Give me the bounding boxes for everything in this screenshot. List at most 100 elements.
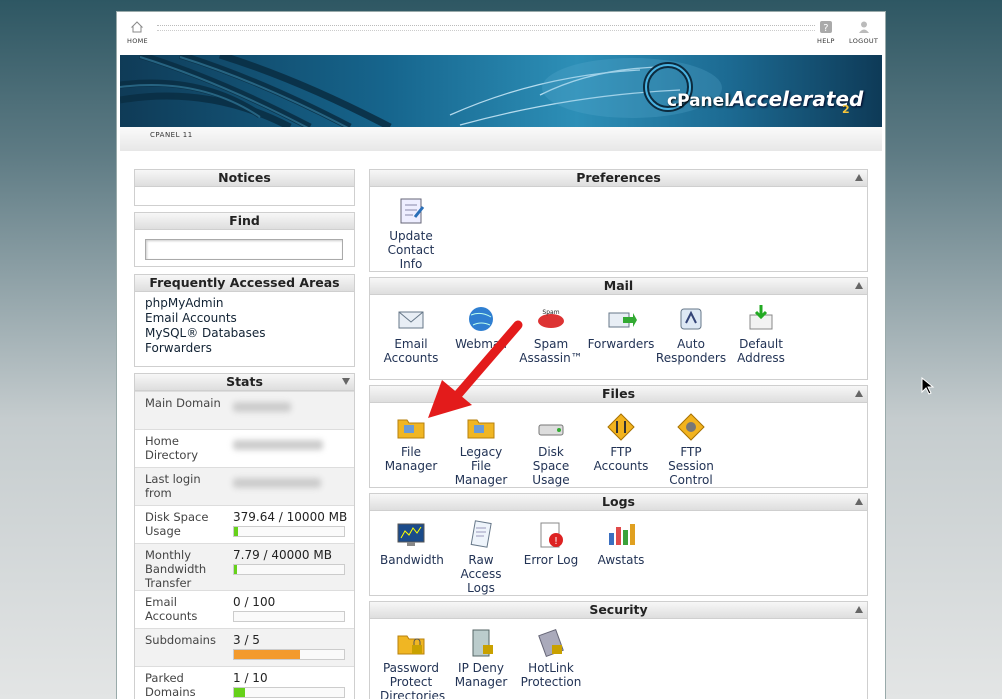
user-icon xyxy=(858,21,869,33)
stats-label: Parked Domains xyxy=(145,671,196,699)
collapse-icon[interactable] xyxy=(855,390,863,397)
link-email-accounts[interactable]: Email Accounts xyxy=(145,311,344,326)
ip-deny-manager-button[interactable]: IP Deny Manager xyxy=(446,627,516,699)
link-mysql-databases[interactable]: MySQL® Databases xyxy=(145,326,344,341)
stats-row: Subdomains 3 / 5 xyxy=(135,628,354,666)
find-panel: Find xyxy=(134,212,355,267)
awstats-button[interactable]: Awstats xyxy=(586,519,656,595)
icon-label: Error Log xyxy=(523,553,579,567)
cpanel-window: HOME ? HELP LOGOUT cPanel Accelerated 2 … xyxy=(116,11,886,699)
collapse-icon[interactable] xyxy=(855,174,863,181)
awstats-icon xyxy=(609,524,635,545)
legacy-file-manager-button[interactable]: Legacy File Manager xyxy=(446,411,516,487)
stats-label: Last login from xyxy=(145,472,201,500)
stats-value xyxy=(223,392,354,429)
contact-icon xyxy=(400,198,425,224)
files-header: Files xyxy=(370,386,867,403)
mail-icons: Email Accounts Webmail Spam Spam Assassin™ F… xyxy=(370,295,867,365)
mail-header: Mail xyxy=(370,278,867,295)
update-contact-info-button[interactable]: Update Contact Info xyxy=(376,195,446,271)
bandwidth-icon xyxy=(397,523,425,546)
frequent-areas-panel: Frequently Accessed Areas phpMyAdmin Ema… xyxy=(134,274,355,367)
usage-text: 379.64 / 10000 MB xyxy=(233,510,348,524)
logs-title: Logs xyxy=(602,494,635,509)
disk-space-usage-button[interactable]: Disk Space Usage xyxy=(516,411,586,487)
usage-bar-fill xyxy=(234,527,239,536)
password-protect-button[interactable]: Password Protect Directories xyxy=(376,627,446,699)
collapse-icon[interactable] xyxy=(855,282,863,289)
usage-bar xyxy=(233,649,345,660)
files-title: Files xyxy=(601,386,636,401)
logout-nav[interactable]: LOGOUT xyxy=(849,20,878,45)
usage-bar-fill xyxy=(234,688,245,697)
bandwidth-button[interactable]: Bandwidth xyxy=(376,519,446,595)
raw-access-logs-button[interactable]: Raw Access Logs xyxy=(446,519,516,595)
icon-label: Update Contact Info xyxy=(387,229,435,271)
usage-bar xyxy=(233,564,345,575)
logs-header: Logs xyxy=(370,494,867,511)
icon-label: IP Deny Manager xyxy=(454,661,508,689)
email-accounts-button[interactable]: Email Accounts xyxy=(376,303,446,365)
usage-text: 3 / 5 xyxy=(233,633,260,647)
ftp-icon xyxy=(607,413,635,441)
icon-label: FTP Accounts xyxy=(593,445,649,473)
icon-label: Password Protect Directories xyxy=(380,661,446,699)
collapse-icon[interactable] xyxy=(855,606,863,613)
collapse-icon[interactable] xyxy=(855,498,863,505)
icon-label: Forwarders xyxy=(587,337,655,351)
stats-value: 3 / 5 xyxy=(223,629,354,666)
auto-responders-button[interactable]: Auto Responders xyxy=(656,303,726,365)
ftp-accounts-button[interactable]: FTP Accounts xyxy=(586,411,656,487)
error-log-button[interactable]: ! Error Log xyxy=(516,519,586,595)
divider xyxy=(157,30,815,31)
collapse-icon[interactable] xyxy=(342,378,350,385)
link-forwarders[interactable]: Forwarders xyxy=(145,341,344,356)
icon-label: Awstats xyxy=(597,553,645,567)
hotlink-protection-button[interactable]: HotLink Protection xyxy=(516,627,586,699)
find-input[interactable] xyxy=(145,239,343,260)
files-panel: Files File Manager Legacy File Manager Dis… xyxy=(369,385,868,488)
logs-panel: Logs Bandwidth Raw Access Logs! Error Log A… xyxy=(369,493,868,596)
icon-label: Raw Access Logs xyxy=(460,553,502,595)
svg-text:!: ! xyxy=(554,536,558,547)
stats-value xyxy=(223,430,354,467)
stats-row: Disk Space Usage 379.64 / 10000 MB xyxy=(135,505,354,543)
help-nav[interactable]: ? HELP xyxy=(817,20,835,45)
preferences-panel: Preferences Update Contact Info xyxy=(369,169,868,272)
icon-label: FTP Session Control xyxy=(668,445,714,487)
accelerated-version: 2 xyxy=(842,103,850,116)
logout-label: LOGOUT xyxy=(849,37,879,45)
ftp-session-control-button[interactable]: FTP Session Control xyxy=(656,411,726,487)
version-bar: CPANEL 11 xyxy=(120,127,882,151)
home-nav[interactable]: HOME xyxy=(127,20,148,45)
mouse-cursor-icon xyxy=(921,377,935,395)
forwarders-button[interactable]: Forwarders xyxy=(586,303,656,365)
webmail-icon xyxy=(469,307,493,331)
files-icons: File Manager Legacy File Manager Disk Spac… xyxy=(370,403,867,487)
stats-header: Stats xyxy=(135,374,354,391)
icon-label: Auto Responders xyxy=(655,337,727,365)
stats-value xyxy=(223,468,354,505)
icon-label: File Manager xyxy=(384,445,438,473)
notices-panel: Notices xyxy=(134,169,355,206)
usage-bar xyxy=(233,611,345,622)
banner: cPanel Accelerated 2 xyxy=(120,55,882,127)
stats-label: Email Accounts xyxy=(145,595,198,623)
hotlink-icon xyxy=(538,628,564,658)
usage-text: 0 / 100 xyxy=(233,595,276,609)
stats-row: Home Directory xyxy=(135,429,354,467)
home-icon xyxy=(131,21,144,33)
security-title: Security xyxy=(589,602,648,617)
link-phpmyadmin[interactable]: phpMyAdmin xyxy=(145,296,344,311)
default-address-button[interactable]: Default Address xyxy=(726,303,796,365)
cpanel-version: CPANEL 11 xyxy=(150,131,193,139)
spam-assassin-button[interactable]: Spam Spam Assassin™ xyxy=(516,303,586,365)
webmail-button[interactable]: Webmail xyxy=(446,303,516,365)
spam-assassin-icon: Spam xyxy=(538,309,564,328)
preferences-header: Preferences xyxy=(370,170,867,187)
redacted-value xyxy=(233,478,321,488)
ip-deny-icon xyxy=(472,629,493,657)
icon-label: Default Address xyxy=(737,337,785,365)
file-manager-button[interactable]: File Manager xyxy=(376,411,446,487)
security-icons: Password Protect Directories IP Deny Mana… xyxy=(370,619,867,699)
